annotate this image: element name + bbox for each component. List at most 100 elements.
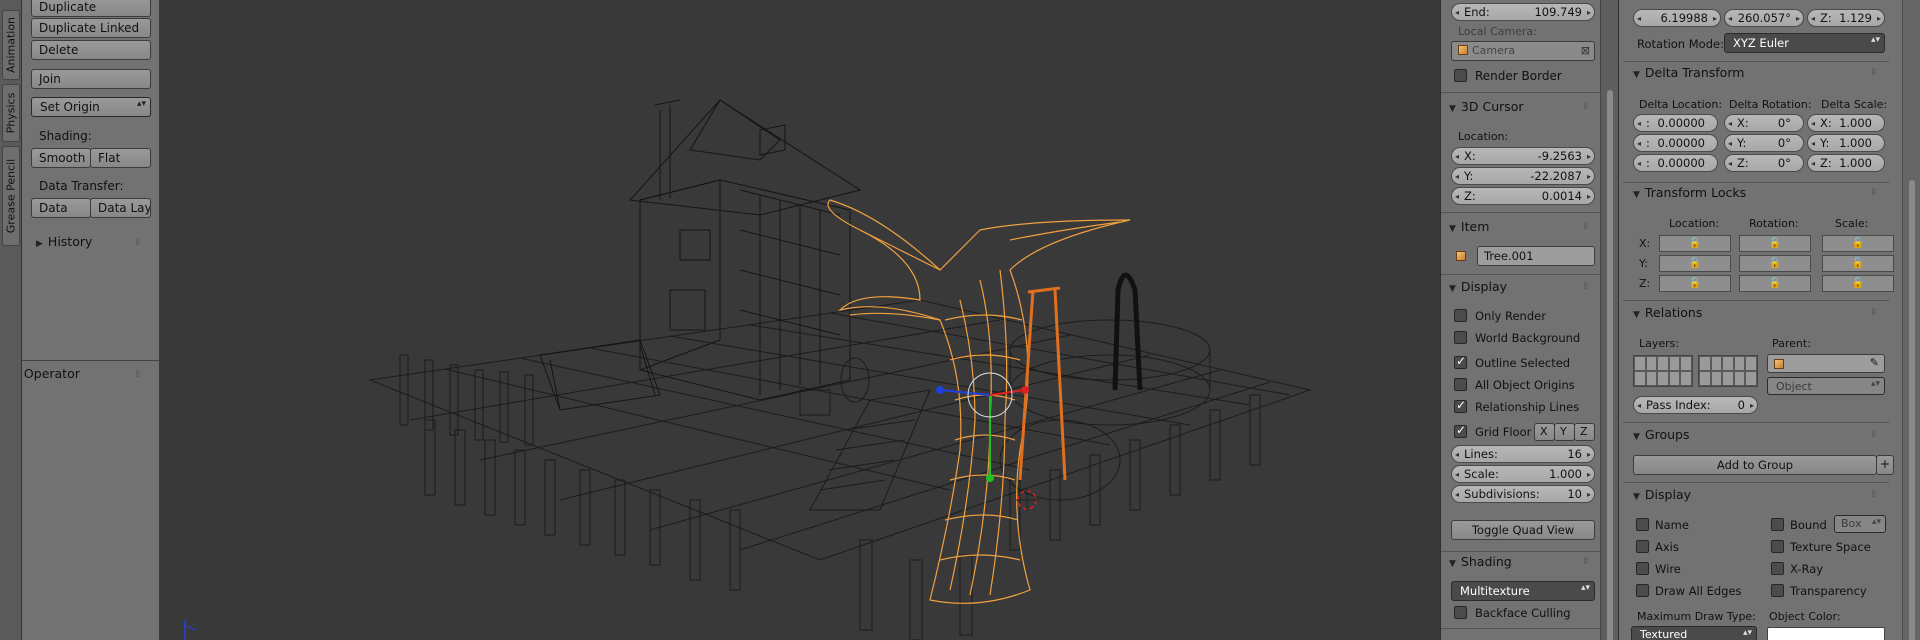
drag-grip-icon[interactable]: ⁞⁞ bbox=[135, 369, 140, 380]
shading-panel-header[interactable]: ▼ Shading bbox=[1449, 554, 1512, 569]
properties-scrollbar[interactable] bbox=[1902, 0, 1920, 640]
drag-grip-icon[interactable]: ⁞⁞ bbox=[1871, 307, 1876, 318]
lock-icon[interactable]: 🔓 bbox=[1739, 235, 1811, 252]
rotation-mode-dropdown[interactable]: XYZ Euler ▴▾ bbox=[1724, 33, 1885, 53]
lock-icon[interactable]: 🔓 bbox=[1822, 255, 1894, 272]
draw-wire-checkbox[interactable] bbox=[1636, 562, 1649, 575]
lock-icon[interactable]: 🔓 bbox=[1659, 255, 1731, 272]
delta-rotation-x-field[interactable]: ◂ X: 0° bbox=[1724, 114, 1804, 132]
delta-location-x-field[interactable]: ◂:0.00000 bbox=[1633, 114, 1718, 132]
lock-icon[interactable]: 🔓 bbox=[1822, 275, 1894, 292]
tab-grease-pencil[interactable]: Grease Pencil bbox=[2, 146, 20, 246]
delta-transform-panel-header[interactable]: ▼ Delta Transform bbox=[1633, 65, 1744, 80]
x-ray-checkbox[interactable] bbox=[1771, 562, 1784, 575]
item-panel-header[interactable]: ▼ Item bbox=[1449, 219, 1489, 234]
flat-button[interactable]: Flat bbox=[90, 148, 151, 168]
transform-locks-panel-header[interactable]: ▼ Transform Locks bbox=[1633, 185, 1746, 200]
smooth-button[interactable]: Smooth bbox=[31, 148, 91, 168]
world-background-checkbox[interactable] bbox=[1454, 331, 1467, 344]
viewport-panel-scrollbar[interactable] bbox=[1600, 0, 1618, 640]
layer-grid-left[interactable] bbox=[1633, 355, 1693, 387]
delta-rotation-y-field[interactable]: ◂ Y: 0° bbox=[1724, 134, 1804, 152]
drag-grip-icon[interactable]: ⁞⁞ bbox=[1583, 281, 1588, 292]
grid-floor-checkbox[interactable] bbox=[1454, 423, 1467, 438]
drag-grip-icon[interactable]: ⁞⁞ bbox=[1871, 187, 1876, 198]
draw-name-checkbox[interactable] bbox=[1636, 518, 1649, 531]
lock-icon[interactable]: 🔓 bbox=[1659, 275, 1731, 292]
drag-grip-icon[interactable]: ⁞⁞ bbox=[1583, 101, 1588, 112]
drag-grip-icon[interactable]: ⁞⁞ bbox=[135, 237, 140, 248]
scrollbar-thumb[interactable] bbox=[1909, 180, 1915, 640]
data-layers-button[interactable]: Data Lay bbox=[90, 198, 151, 218]
tab-physics[interactable]: Physics bbox=[2, 84, 20, 142]
render-border-checkbox[interactable] bbox=[1454, 69, 1467, 82]
drag-grip-icon[interactable]: ⁞⁞ bbox=[1871, 489, 1876, 500]
parent-type-dropdown[interactable]: Object ▴▾ bbox=[1767, 377, 1885, 395]
outline-selected-checkbox[interactable] bbox=[1454, 354, 1467, 369]
delta-scale-y-field[interactable]: ◂ Y: 1.000 bbox=[1807, 134, 1885, 152]
grid-scale-field[interactable]: ◂ Scale: 1.000 ▸ bbox=[1451, 465, 1595, 483]
rotation-x-field[interactable]: ◂ 6.19988 ▸ bbox=[1633, 9, 1721, 27]
transparency-checkbox[interactable] bbox=[1771, 584, 1784, 597]
add-group-plus-icon[interactable]: + bbox=[1876, 455, 1894, 475]
set-origin-dropdown[interactable]: Set Origin ▴▾ bbox=[31, 97, 151, 117]
delta-scale-z-field[interactable]: ◂ Z: 1.000 bbox=[1807, 154, 1885, 172]
delta-location-z-field[interactable]: ◂:0.00000 bbox=[1633, 154, 1718, 172]
lock-icon[interactable]: 🔓 bbox=[1739, 255, 1811, 272]
texture-space-checkbox[interactable] bbox=[1771, 540, 1784, 553]
scale-z-field[interactable]: ◂ Z: 1.129 ▸ bbox=[1807, 9, 1885, 27]
grid-axis-x-toggle[interactable]: X bbox=[1534, 423, 1555, 441]
tab-animation[interactable]: Animation bbox=[2, 10, 20, 80]
cursor-y-field[interactable]: ◂ Y: -22.2087 ▸ bbox=[1451, 167, 1595, 185]
delta-scale-x-field[interactable]: ◂ X: 1.000 bbox=[1807, 114, 1885, 132]
relations-panel-header[interactable]: ▼ Relations bbox=[1633, 305, 1702, 320]
delete-button[interactable]: Delete bbox=[31, 40, 151, 60]
cursor-x-field[interactable]: ◂ X: -9.2563 ▸ bbox=[1451, 147, 1595, 165]
layer-grid-right[interactable] bbox=[1698, 355, 1758, 387]
scrollbar-thumb[interactable] bbox=[1607, 90, 1613, 640]
object-color-swatch[interactable] bbox=[1767, 627, 1885, 640]
draw-bound-checkbox[interactable] bbox=[1771, 518, 1784, 531]
parent-field[interactable]: ✎ bbox=[1767, 354, 1885, 373]
add-to-group-button[interactable]: Add to Group bbox=[1633, 455, 1877, 475]
bound-type-dropdown[interactable]: Box ▴▾ bbox=[1834, 515, 1886, 533]
drag-grip-icon[interactable]: ⁞⁞ bbox=[1871, 67, 1876, 78]
cursor-z-field[interactable]: ◂ Z: 0.0014 ▸ bbox=[1451, 187, 1595, 205]
grid-subdivisions-field[interactable]: ◂ Subdivisions: 10 ▸ bbox=[1451, 485, 1595, 503]
object-display-panel-header[interactable]: ▼ Display bbox=[1633, 487, 1691, 502]
drag-grip-icon[interactable]: ⁞⁞ bbox=[1871, 429, 1876, 440]
delta-location-y-field[interactable]: ◂:0.00000 bbox=[1633, 134, 1718, 152]
groups-panel-header[interactable]: ▼ Groups bbox=[1633, 427, 1690, 442]
close-icon[interactable]: ⊠ bbox=[1581, 44, 1590, 57]
draw-all-edges-checkbox[interactable] bbox=[1636, 584, 1649, 597]
drag-grip-icon[interactable]: ⁞⁞ bbox=[1583, 221, 1588, 232]
backface-culling-checkbox[interactable] bbox=[1454, 606, 1467, 619]
delta-rotation-z-field[interactable]: ◂ Z: 0° bbox=[1724, 154, 1804, 172]
max-draw-type-dropdown[interactable]: Textured ▴▾ bbox=[1631, 626, 1757, 640]
history-panel-header[interactable]: ▶ History bbox=[36, 234, 92, 249]
display-panel-header[interactable]: ▼ Display bbox=[1449, 279, 1507, 294]
3d-viewport[interactable] bbox=[160, 0, 1440, 640]
relationship-lines-checkbox[interactable] bbox=[1454, 398, 1467, 413]
lock-icon[interactable]: 🔓 bbox=[1822, 235, 1894, 252]
local-camera-field[interactable]: Camera ⊠ bbox=[1451, 41, 1595, 61]
lock-icon[interactable]: 🔓 bbox=[1659, 235, 1731, 252]
rotation-y-field[interactable]: ◂ 260.057° ▸ bbox=[1724, 9, 1804, 27]
join-button[interactable]: Join bbox=[31, 69, 151, 89]
object-name-field[interactable]: Tree.001 bbox=[1477, 246, 1595, 266]
operator-panel-header[interactable]: ▼Operator bbox=[22, 366, 80, 381]
3d-cursor-panel-header[interactable]: ▼ 3D Cursor bbox=[1449, 99, 1524, 114]
eyedropper-icon[interactable]: ✎ bbox=[1870, 356, 1879, 369]
lock-icon[interactable]: 🔓 bbox=[1739, 275, 1811, 292]
toggle-quad-view-button[interactable]: Toggle Quad View bbox=[1451, 520, 1595, 540]
pass-index-field[interactable]: ◂ Pass Index: 0 ▸ bbox=[1633, 396, 1758, 414]
clip-end-field[interactable]: ◂ End: 109.749 ▸ bbox=[1451, 3, 1595, 21]
duplicate-button[interactable]: Duplicate bbox=[31, 0, 151, 17]
draw-axis-checkbox[interactable] bbox=[1636, 540, 1649, 553]
drag-grip-icon[interactable]: ⁞⁞ bbox=[1583, 556, 1588, 567]
duplicate-linked-button[interactable]: Duplicate Linked bbox=[31, 18, 151, 38]
data-button[interactable]: Data bbox=[31, 198, 91, 218]
grid-axis-z-toggle[interactable]: Z bbox=[1574, 423, 1595, 441]
grid-lines-field[interactable]: ◂ Lines: 16 ▸ bbox=[1451, 445, 1595, 463]
all-object-origins-checkbox[interactable] bbox=[1454, 378, 1467, 391]
